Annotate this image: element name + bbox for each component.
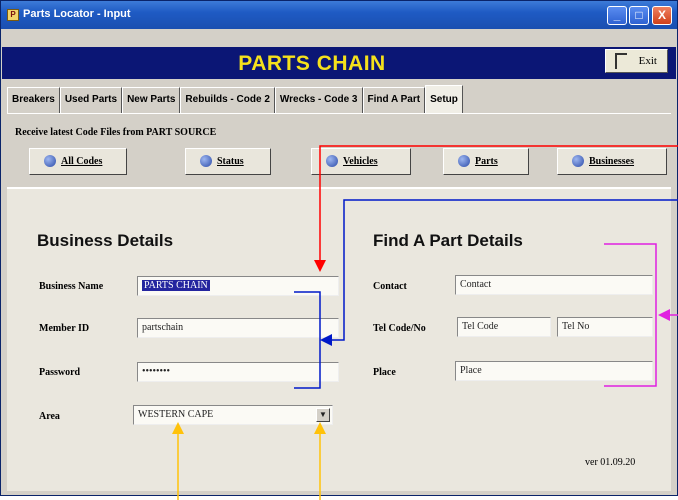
blue-annotation-line	[320, 199, 678, 346]
magenta-annotation-bracket	[604, 243, 657, 387]
annotation-overlay	[172, 145, 678, 500]
blue-annotation-bracket	[294, 291, 321, 389]
red-annotation-line	[314, 145, 678, 272]
